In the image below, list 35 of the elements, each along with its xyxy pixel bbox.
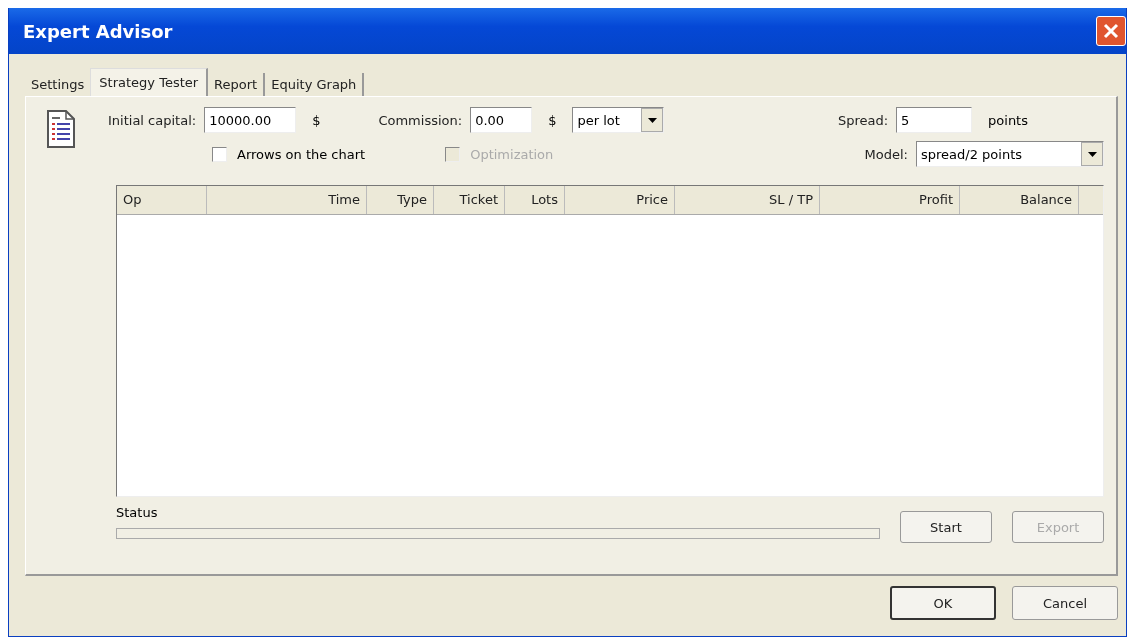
- column-header[interactable]: Ticket: [434, 186, 505, 214]
- column-header[interactable]: Profit: [820, 186, 960, 214]
- column-header[interactable]: Time: [207, 186, 367, 214]
- spread-field[interactable]: 5: [896, 107, 973, 133]
- button[interactable]: OK: [890, 586, 996, 620]
- tab[interactable]: Strategy Tester: [90, 68, 209, 96]
- checkbox-label: Optimization: [470, 146, 554, 162]
- field-label: Initial capital:: [108, 112, 197, 128]
- window-title: Expert Advisor: [23, 20, 173, 42]
- document-icon: [46, 109, 76, 149]
- checkbox-label: Arrows on the chart: [237, 146, 366, 162]
- column-header[interactable]: Price: [565, 186, 675, 214]
- column-header[interactable]: Op: [117, 186, 207, 214]
- dropdown-arrow-icon: [647, 117, 657, 123]
- model-dropdown[interactable]: spread/2 points: [916, 141, 1104, 167]
- column-header[interactable]: Balance: [960, 186, 1079, 214]
- column-header[interactable]: Type: [367, 186, 434, 214]
- close-button[interactable]: [1096, 16, 1126, 46]
- column-header[interactable]: Lots: [505, 186, 565, 214]
- column-header[interactable]: SL / TP: [675, 186, 820, 214]
- commission-field[interactable]: 0.00: [470, 107, 533, 133]
- dropdown-arrow-icon: [1087, 151, 1097, 157]
- field-label: Commission:: [378, 112, 463, 128]
- field-label: Model:: [864, 146, 908, 162]
- currency-label: $: [312, 112, 321, 128]
- field-label: Spread:: [837, 112, 889, 128]
- button[interactable]: Cancel: [1012, 586, 1118, 620]
- checkbox[interactable]: [212, 146, 227, 162]
- currency-label: $: [548, 112, 557, 128]
- unit-label: points: [988, 112, 1028, 128]
- commission-mode-dropdown[interactable]: per lot: [572, 107, 665, 133]
- button[interactable]: Start: [900, 511, 992, 543]
- status-label: Status: [116, 505, 159, 520]
- capital-field[interactable]: 10000.00: [204, 107, 297, 133]
- close-icon: [1102, 22, 1120, 40]
